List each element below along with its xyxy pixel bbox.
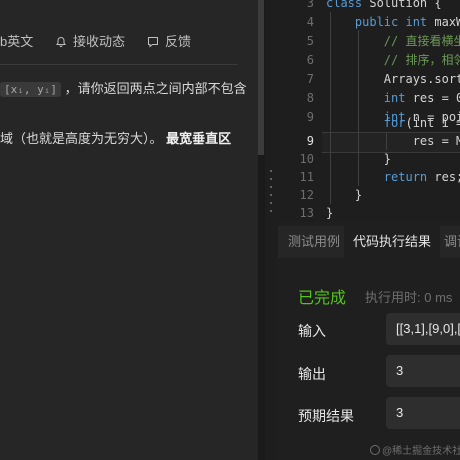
keyword: for [326, 116, 406, 130]
grip-dot [270, 202, 272, 204]
code-text: } [326, 152, 392, 166]
problem-scrollbar[interactable] [258, 0, 264, 155]
problem-panel: b英文 接收动态 反馈 [xᵢ, yᵢ] ，请你返回两点之间内部不包含 域（也就… [0, 0, 258, 460]
expected-value[interactable]: 3 [386, 397, 460, 429]
line-number: 11 [299, 170, 314, 184]
line-number: 8 [306, 91, 314, 105]
watermark: @稀土掘金技术社区 [370, 442, 460, 457]
code-line: public int maxW [326, 13, 460, 31]
code-text: res; [434, 170, 460, 184]
subscribe-label: 接收动态 [73, 34, 126, 49]
description-text-2: 域（也就是高度为无穷大）。 [0, 131, 163, 146]
line-number: 5 [306, 34, 314, 48]
grip-dot [270, 178, 272, 180]
english-label: b英文 [0, 34, 34, 49]
comment: // 直接看横坐 [326, 34, 460, 48]
tab-debug[interactable]: 调试 [444, 226, 460, 258]
output-value[interactable]: 3 [386, 355, 460, 387]
description-line-1: [xᵢ, yᵢ] ，请你返回两点之间内部不包含 [0, 78, 247, 97]
coordinate-code: [xᵢ, yᵢ] [0, 82, 61, 97]
panel-resize-handle[interactable] [265, 0, 278, 460]
code-line: } [326, 150, 391, 168]
description-line-2: 域（也就是高度为无穷大）。 最宽垂直区 [0, 128, 231, 147]
code-line: // 直接看横坐 [326, 32, 460, 50]
tab-test-cases[interactable]: 测试用例 [288, 226, 340, 258]
grip-dot [270, 170, 272, 172]
feedback-icon [148, 37, 158, 48]
toolbar-divider [0, 64, 238, 65]
code-line: } [326, 186, 362, 204]
line-number: 7 [306, 72, 314, 86]
subscribe-button[interactable]: 接收动态 [55, 27, 125, 57]
code-line: res = Ma [326, 132, 460, 150]
code-editor[interactable]: 3 4 5 6 7 8 9 10 11 12 13 9 class Soluti… [278, 0, 460, 222]
input-label: 输入 [298, 323, 326, 339]
keyword: class [326, 0, 363, 10]
input-value[interactable]: [[3,1],[9,0],[1,0],[1,4],[5,3],[8,8]] [386, 313, 460, 345]
result-tabs: 测试用例 代码执行结果 调试 [278, 226, 460, 258]
result-panel: 已完成 执行用时: 0 ms 输入 [[3,1],[9,0],[1,0],[1,… [278, 258, 460, 460]
line-number-active: 9 [306, 134, 314, 148]
feedback-button[interactable]: 反馈 [147, 27, 191, 57]
code-text: } [326, 188, 363, 202]
line-number: 12 [299, 188, 314, 202]
grip-dot [270, 210, 272, 212]
code-line: Arrays.sort [326, 70, 460, 88]
tab-execution-result[interactable]: 代码执行结果 [344, 226, 441, 258]
grip-dot [270, 186, 272, 188]
bell-icon [56, 36, 66, 47]
code-text: (int i = [405, 116, 460, 130]
grip-dot [270, 194, 272, 196]
code-line: int res = 0 [326, 89, 460, 107]
line-number: 6 [306, 53, 314, 67]
line-number: 13 [299, 206, 314, 220]
watermark-text: @稀土掘金技术社区 [382, 446, 460, 457]
code-text: res = Ma [326, 134, 460, 148]
expected-label: 预期结果 [298, 408, 354, 424]
runtime-text: 执行用时: 0 ms [365, 290, 453, 305]
code-text: Solution { [362, 0, 442, 10]
problem-toolbar: b英文 接收动态 反馈 [0, 27, 258, 57]
code-text: } [326, 206, 334, 220]
feedback-label: 反馈 [165, 34, 192, 49]
description-bold: 最宽垂直区 [166, 131, 232, 146]
line-number: 3 [306, 0, 314, 10]
line-number: 10 [299, 152, 314, 166]
code-line: return res; [326, 168, 460, 186]
keyword: public int [326, 15, 435, 29]
keyword: int [326, 91, 413, 105]
english-toggle[interactable]: b英文 [0, 27, 33, 57]
line-number: 9 [306, 110, 314, 124]
code-line: class Solution { [326, 0, 442, 12]
code-text: res = 0 [412, 91, 460, 105]
comment: // 排序，相邻 [326, 53, 460, 67]
description-text-1: ，请你返回两点之间内部不包含 [64, 81, 247, 96]
code-text: Arrays.sort [326, 72, 460, 86]
output-label: 输出 [298, 366, 326, 382]
code-line: } [326, 204, 333, 222]
keyword: return [326, 170, 435, 184]
status-text: 已完成 [298, 290, 347, 307]
watermark-icon [370, 445, 380, 455]
code-text: maxW [434, 15, 460, 29]
editor-panel: 3 4 5 6 7 8 9 10 11 12 13 9 class Soluti… [278, 0, 460, 460]
code-line-for: for(int i = [326, 114, 460, 132]
line-number: 4 [306, 15, 314, 29]
code-line: // 排序，相邻 [326, 51, 460, 69]
